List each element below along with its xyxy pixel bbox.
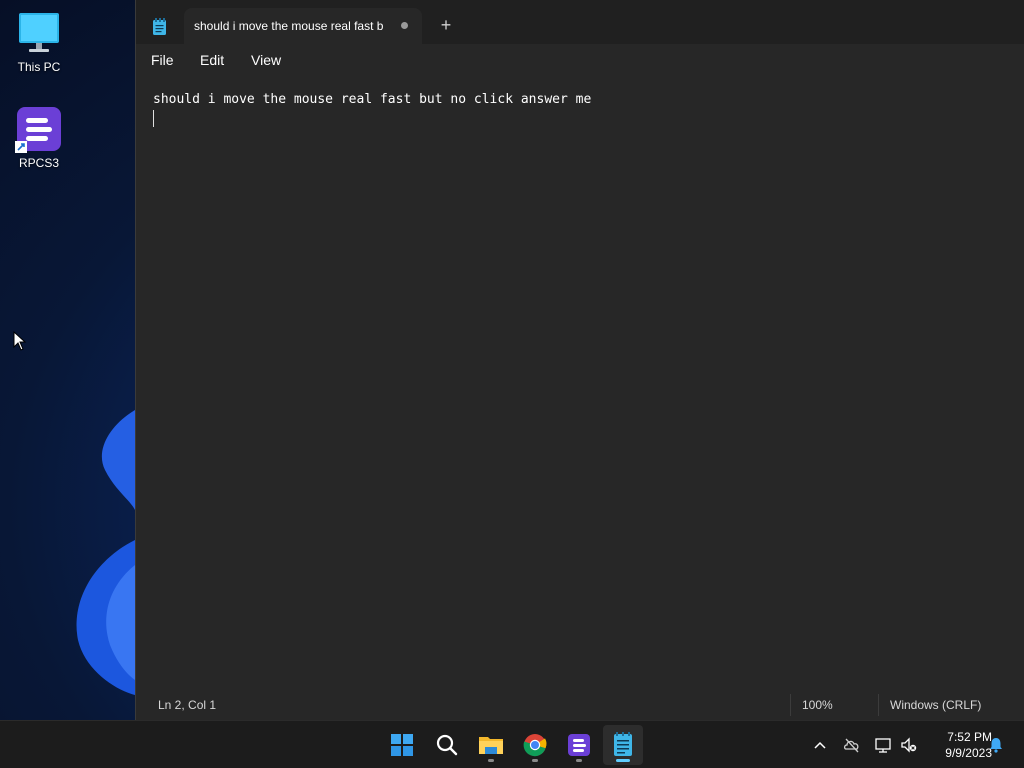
running-indicator xyxy=(576,759,582,762)
taskbar: 7:52 PM 9/9/2023 xyxy=(0,720,1024,768)
rpcs3-icon xyxy=(15,106,63,154)
text-editor[interactable]: should i move the mouse real fast but no… xyxy=(136,80,1024,684)
desktop-icon-label: RPCS3 xyxy=(18,156,59,170)
search-icon xyxy=(436,734,458,756)
tab-title: should i move the mouse real fast but no… xyxy=(194,19,384,33)
running-indicator xyxy=(488,759,494,762)
search-button[interactable] xyxy=(427,725,467,765)
tab-document[interactable]: should i move the mouse real fast but no… xyxy=(184,8,422,44)
notepad-icon xyxy=(153,18,166,35)
tab-bar: should i move the mouse real fast but no… xyxy=(136,0,1024,44)
cursor-position: Ln 2, Col 1 xyxy=(158,698,217,712)
menu-bar: File Edit View xyxy=(136,44,1024,76)
status-divider xyxy=(878,694,879,716)
text-caret xyxy=(153,110,154,127)
zoom-level: 100% xyxy=(802,698,833,712)
monitor-icon xyxy=(15,10,63,58)
mouse-cursor-icon xyxy=(13,331,27,351)
menu-view[interactable]: View xyxy=(245,50,287,70)
running-indicator xyxy=(616,759,630,762)
plus-icon: + xyxy=(440,15,452,35)
notepad-taskbar-button[interactable] xyxy=(603,725,643,765)
chrome-button[interactable] xyxy=(515,725,555,765)
line-ending: Windows (CRLF) xyxy=(890,698,982,712)
unsaved-indicator-icon[interactable] xyxy=(401,22,408,29)
status-bar: Ln 2, Col 1 100% Windows (CRLF) xyxy=(136,690,1024,720)
start-button[interactable] xyxy=(382,725,422,765)
file-explorer-button[interactable] xyxy=(471,725,511,765)
status-divider xyxy=(790,694,791,716)
chevron-up-icon[interactable] xyxy=(810,735,830,755)
editor-line: should i move the mouse real fast but no… xyxy=(153,92,592,107)
volume-muted-icon[interactable] xyxy=(899,735,919,755)
desktop-icon-label: This PC xyxy=(17,60,61,74)
new-tab-button[interactable]: + xyxy=(434,14,458,38)
menu-file[interactable]: File xyxy=(145,50,180,70)
clock-date: 9/9/2023 xyxy=(945,746,992,760)
start-icon xyxy=(391,734,413,756)
desktop-icon-rpcs3[interactable]: RPCS3 xyxy=(1,106,77,170)
rpcs3-taskbar-button[interactable] xyxy=(559,725,599,765)
menu-edit[interactable]: Edit xyxy=(194,50,230,70)
network-icon[interactable] xyxy=(873,735,893,755)
desktop-icon-this-pc[interactable]: This PC xyxy=(1,10,77,74)
onedrive-offline-icon[interactable] xyxy=(842,735,862,755)
clock-time: 7:52 PM xyxy=(947,730,992,744)
clock[interactable]: 7:52 PM 9/9/2023 xyxy=(922,729,992,761)
notification-bell-icon[interactable] xyxy=(986,735,1006,755)
running-indicator xyxy=(532,759,538,762)
notepad-window: should i move the mouse real fast but no… xyxy=(135,0,1024,720)
